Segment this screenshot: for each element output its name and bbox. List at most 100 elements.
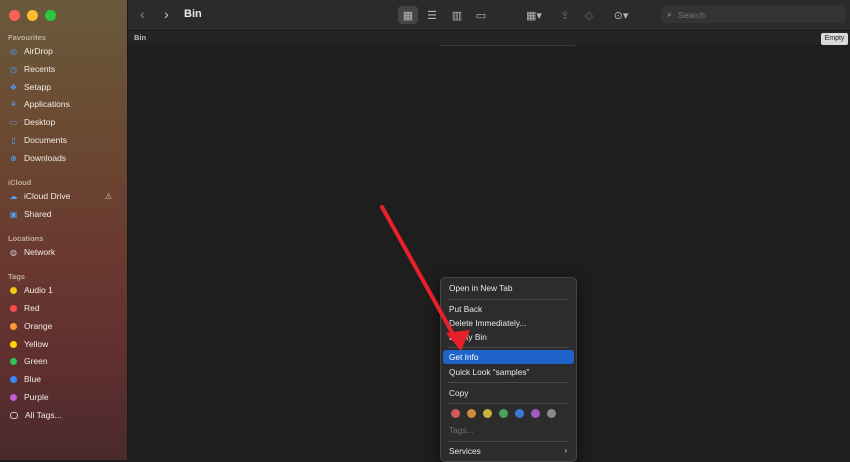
back-button[interactable]: ‹ xyxy=(140,6,145,22)
sidebar-tag-yellow[interactable]: Yellow xyxy=(8,336,120,352)
tag-color-dot xyxy=(10,393,17,401)
tag-red-swatch[interactable] xyxy=(451,409,460,418)
menu-item-quick-look[interactable]: Quick Look “samples” xyxy=(443,365,574,379)
more-button[interactable]: ⊙▾ xyxy=(608,6,634,24)
sidebar-item-network[interactable]: ◍ Network xyxy=(8,244,120,260)
desktop-icon: ▭ xyxy=(9,117,18,127)
sidebar-item-setapp[interactable]: ❖ Setapp xyxy=(8,79,120,95)
sidebar-tag-blue[interactable]: Blue xyxy=(8,371,120,387)
minimize-window-button[interactable] xyxy=(27,10,38,21)
airdrop-icon: ◎ xyxy=(10,46,17,56)
sidebar-tag-audio-1[interactable]: Audio 1 xyxy=(8,282,120,298)
menu-item-empty-bin[interactable]: Empty Bin xyxy=(443,330,574,344)
zoom-window-button[interactable] xyxy=(45,10,56,21)
path-bar-label: Bin xyxy=(134,33,147,42)
tag-color-picker xyxy=(451,409,556,418)
tag-color-dot xyxy=(10,286,17,294)
menu-item-tags[interactable]: Tags... xyxy=(443,423,574,437)
warning-icon: ⚠ xyxy=(104,191,112,201)
tag-green-swatch[interactable] xyxy=(499,409,508,418)
menu-item-delete-immediately[interactable]: Delete Immediately... xyxy=(443,316,574,330)
sidebar-tag-orange[interactable]: Orange xyxy=(8,318,120,334)
forward-button[interactable]: › xyxy=(164,6,169,22)
context-menu: Open in New Tab Put Back Delete Immediat… xyxy=(440,277,577,462)
tag-color-dot xyxy=(10,375,17,383)
tag-color-dot xyxy=(10,357,17,365)
close-window-button[interactable] xyxy=(9,10,20,21)
chevron-left-icon: ‹ xyxy=(140,6,145,22)
sidebar-item-desktop[interactable]: ▭ Desktop xyxy=(8,114,120,130)
chevron-right-icon: › xyxy=(164,6,169,22)
list-view-icon: ☰ xyxy=(427,9,437,22)
section-locations: Locations xyxy=(8,234,44,243)
grid-view-button[interactable]: ▦ xyxy=(398,6,418,24)
sidebar-item-shared[interactable]: ▣ Shared xyxy=(8,206,120,222)
tag-orange-swatch[interactable] xyxy=(467,409,476,418)
share-button[interactable]: ⇪ xyxy=(556,6,574,24)
menu-separator xyxy=(448,441,569,442)
menu-separator xyxy=(448,299,569,300)
applications-icon: ⚘ xyxy=(9,99,18,109)
tag-yellow-swatch[interactable] xyxy=(483,409,492,418)
sidebar-item-downloads[interactable]: ⊕ Downloads xyxy=(8,150,120,166)
menu-item-put-back[interactable]: Put Back xyxy=(443,302,574,316)
menu-separator xyxy=(448,347,569,348)
toolbar: ‹ › Bin ▦ ☰ ▥ ▭ ▦▾ ⇪ ◇ ⊙▾ ⌕ xyxy=(128,0,850,31)
group-icon: ▦▾ xyxy=(526,9,542,22)
cloud-icon: ☁ xyxy=(9,191,18,201)
shared-folder-icon: ▣ xyxy=(9,209,18,219)
all-tags-icon xyxy=(10,411,18,419)
column-view-button[interactable]: ▥ xyxy=(447,6,467,24)
list-view-button[interactable]: ☰ xyxy=(422,6,442,24)
gallery-view-icon: ▭ xyxy=(475,9,487,22)
menu-item-open-in-new-tab[interactable]: Open in New Tab xyxy=(443,281,574,295)
sidebar-item-icloud-drive[interactable]: ☁ iCloud Drive ⚠ xyxy=(8,188,120,204)
sidebar-tag-green[interactable]: Green xyxy=(8,353,120,369)
tag-button[interactable]: ◇ xyxy=(580,6,598,24)
empty-bin-button[interactable]: Empty xyxy=(821,33,848,45)
tag-color-dot xyxy=(10,322,17,330)
section-favourites: Favourites xyxy=(8,33,46,42)
gallery-view-button[interactable]: ▭ xyxy=(471,6,491,24)
sidebar-all-tags[interactable]: All Tags... xyxy=(8,407,120,423)
sidebar-item-applications[interactable]: ⚘ Applications xyxy=(8,96,120,112)
search-input[interactable] xyxy=(676,8,831,21)
tag-color-dot xyxy=(10,340,17,348)
globe-icon: ◍ xyxy=(10,247,17,257)
sidebar-item-recents[interactable]: ◷ Recents xyxy=(8,61,120,77)
section-tags: Tags xyxy=(8,272,25,281)
sidebar-tag-purple[interactable]: Purple xyxy=(8,389,120,405)
menu-separator xyxy=(448,382,569,383)
menu-item-copy[interactable]: Copy xyxy=(443,386,574,400)
window-controls xyxy=(9,10,56,21)
sidebar-item-airdrop[interactable]: ◎ AirDrop xyxy=(8,43,120,59)
finder-window: Favourites ◎ AirDrop ◷ Recents ❖ Setapp ⚘ Ap… xyxy=(0,0,850,462)
group-button[interactable]: ▦▾ xyxy=(520,6,548,24)
section-icloud: iCloud xyxy=(8,178,32,187)
tag-gray-swatch[interactable] xyxy=(547,409,556,418)
tag-icon: ◇ xyxy=(584,9,594,22)
tag-blue-swatch[interactable] xyxy=(515,409,524,418)
search-field[interactable]: ⌕ xyxy=(661,6,846,23)
grid-view-icon: ▦ xyxy=(402,9,414,22)
sidebar-tag-red[interactable]: Red xyxy=(8,300,120,316)
tag-color-dot xyxy=(10,304,17,312)
sidebar-item-documents[interactable]: ▯ Documents xyxy=(8,132,120,148)
window-title: Bin xyxy=(184,8,202,20)
search-icon: ⌕ xyxy=(667,9,673,19)
path-bar: Bin Empty xyxy=(128,31,850,45)
menu-separator xyxy=(448,403,569,404)
column-view-icon: ▥ xyxy=(451,9,463,22)
menu-item-services[interactable]: Services › xyxy=(443,444,574,458)
share-icon: ⇪ xyxy=(560,9,570,22)
clock-icon: ◷ xyxy=(10,64,17,74)
more-icon: ⊙▾ xyxy=(613,9,629,22)
tag-purple-swatch[interactable] xyxy=(531,409,540,418)
setapp-icon: ❖ xyxy=(9,82,18,92)
sidebar: Favourites ◎ AirDrop ◷ Recents ❖ Setapp ⚘ Ap… xyxy=(0,0,128,460)
menu-item-get-info[interactable]: Get Info xyxy=(443,350,574,364)
chevron-right-icon: › xyxy=(564,446,567,455)
download-icon: ⊕ xyxy=(10,153,17,163)
document-icon: ▯ xyxy=(11,135,16,145)
menu-item-services-label: Services xyxy=(449,446,481,456)
